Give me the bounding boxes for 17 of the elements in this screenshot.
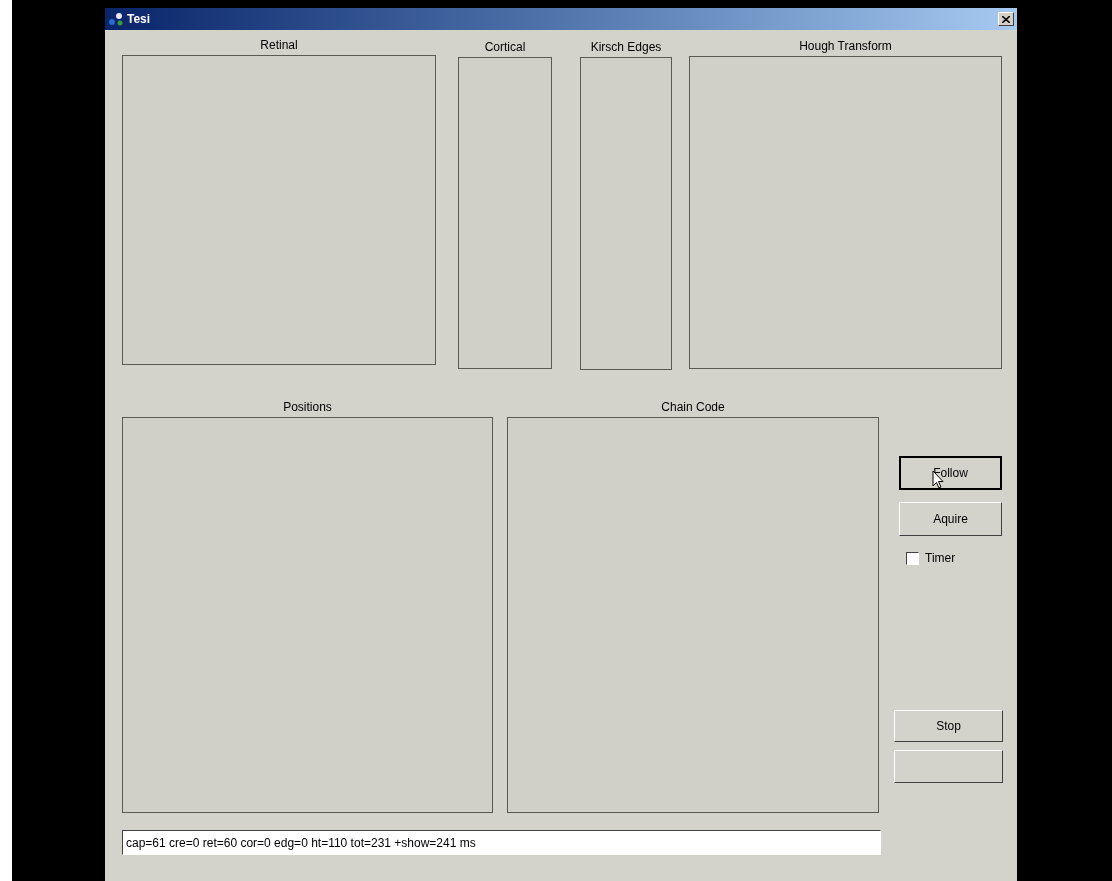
action-button[interactable]: Follow — [899, 456, 1002, 490]
close-button[interactable] — [998, 12, 1014, 26]
window-title: Tesi — [127, 11, 151, 28]
timer-checkbox[interactable] — [906, 551, 919, 565]
app-icon — [108, 11, 124, 27]
panel-label: Positions — [283, 400, 332, 414]
panel-label: Cortical — [484, 40, 526, 54]
panel-label: Chain Code — [661, 400, 725, 414]
status-field[interactable]: cap=61 cre=0 ret=60 cor=0 edg=0 ht=110 tot=231 +show=241 ms — [122, 830, 881, 855]
panel-label: Kirsch Edges — [590, 40, 662, 54]
panel-label: Retinal — [260, 38, 298, 52]
close-icon — [1002, 15, 1010, 23]
button[interactable] — [894, 750, 1003, 783]
action-button[interactable]: Aquire — [899, 502, 1002, 536]
panel-label: Hough Transform — [799, 39, 892, 53]
timer-label: Timer — [925, 550, 956, 567]
stop-button[interactable]: Stop — [894, 710, 1003, 742]
